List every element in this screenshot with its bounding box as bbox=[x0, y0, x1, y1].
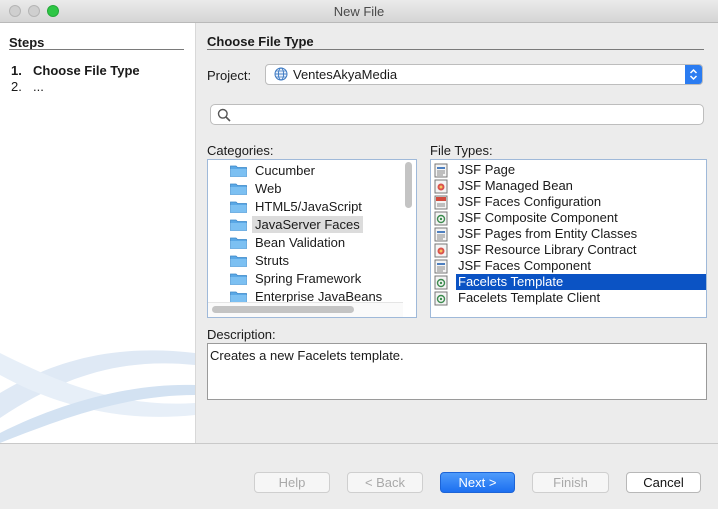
category-item[interactable]: Web bbox=[208, 180, 403, 197]
file-type-label: JSF Composite Component bbox=[458, 210, 618, 225]
file-type-label: JSF Faces Configuration bbox=[458, 194, 602, 209]
description-box: Creates a new Facelets template. bbox=[207, 343, 707, 400]
folder-icon bbox=[230, 183, 247, 195]
facelets-icon bbox=[434, 291, 449, 310]
globe-icon bbox=[274, 67, 288, 81]
step-item: 1. Choose File Type bbox=[11, 63, 140, 78]
description-label: Description: bbox=[207, 327, 276, 342]
file-type-label: JSF Resource Library Contract bbox=[458, 242, 637, 257]
panel-divider bbox=[195, 23, 196, 443]
section-divider bbox=[207, 49, 704, 50]
step-number: 2. bbox=[11, 79, 22, 94]
categories-list[interactable]: Enterprise JavaBeans Spring Framework Stru… bbox=[207, 159, 417, 318]
search-icon bbox=[217, 108, 231, 122]
category-label: Cucumber bbox=[255, 163, 315, 178]
file-type-item[interactable]: Facelets Template Client bbox=[431, 290, 706, 306]
search-input[interactable] bbox=[210, 104, 704, 125]
dropdown-arrows-icon[interactable] bbox=[685, 65, 702, 84]
horizontal-scrollbar[interactable] bbox=[212, 306, 354, 313]
steps-divider bbox=[9, 49, 184, 50]
help-button[interactable]: Help bbox=[254, 472, 330, 493]
folder-icon bbox=[230, 273, 247, 285]
next-button[interactable]: Next > bbox=[440, 472, 515, 493]
category-label: Web bbox=[255, 181, 282, 196]
file-type-label: JSF Managed Bean bbox=[458, 178, 573, 193]
category-label: Bean Validation bbox=[255, 235, 346, 250]
vertical-scrollbar[interactable] bbox=[405, 162, 412, 208]
file-type-label: Facelets Template bbox=[456, 274, 706, 290]
finish-button[interactable]: Finish bbox=[532, 472, 609, 493]
file-type-item[interactable]: Facelets Template bbox=[431, 274, 706, 290]
category-item[interactable]: Struts bbox=[208, 252, 403, 269]
project-dropdown[interactable]: VentesAkyaMedia bbox=[265, 64, 703, 85]
folder-icon bbox=[230, 165, 247, 177]
category-item[interactable]: Spring Framework bbox=[208, 270, 403, 287]
decorative-swoosh bbox=[0, 350, 195, 443]
file-type-label: JSF Faces Component bbox=[458, 258, 591, 273]
category-item[interactable]: HTML5/JavaScript bbox=[208, 198, 403, 215]
folder-icon bbox=[230, 219, 247, 231]
description-text: Creates a new Facelets template. bbox=[210, 348, 404, 363]
file-types-list[interactable]: JSF Page JSF Managed Bean JSF Faces Config… bbox=[430, 159, 707, 318]
file-types-label: File Types: bbox=[430, 143, 493, 158]
file-type-item[interactable]: JSF Pages from Entity Classes bbox=[431, 226, 706, 242]
project-label: Project: bbox=[207, 68, 252, 83]
category-item[interactable]: Bean Validation bbox=[208, 234, 403, 251]
window-title: New File bbox=[333, 4, 385, 19]
section-title: Choose File Type bbox=[207, 34, 314, 49]
category-label: Struts bbox=[255, 253, 289, 268]
cancel-button[interactable]: Cancel bbox=[626, 472, 701, 493]
steps-title: Steps bbox=[9, 35, 45, 50]
file-type-label: JSF Page bbox=[458, 162, 516, 177]
category-label: HTML5/JavaScript bbox=[255, 199, 362, 214]
file-type-item[interactable]: JSF Page bbox=[431, 162, 706, 178]
file-type-item[interactable]: JSF Composite Component bbox=[431, 210, 706, 226]
step-label: ... bbox=[33, 79, 44, 94]
step-label: Choose File Type bbox=[33, 63, 140, 78]
back-button[interactable]: < Back bbox=[347, 472, 423, 493]
step-item: 2.... bbox=[11, 79, 44, 94]
category-item[interactable]: Cucumber bbox=[208, 162, 403, 179]
title-bar: New File bbox=[0, 0, 718, 23]
category-item[interactable]: JavaServer Faces bbox=[208, 216, 403, 233]
steps-panel: Steps 1. Choose File Type 2.... bbox=[0, 23, 195, 443]
folder-icon bbox=[230, 201, 247, 213]
file-type-item[interactable]: JSF Resource Library Contract bbox=[431, 242, 706, 258]
footer-divider bbox=[0, 443, 718, 444]
file-type-item[interactable]: JSF Managed Bean bbox=[431, 178, 706, 194]
file-type-item[interactable]: JSF Faces Configuration bbox=[431, 194, 706, 210]
file-type-label: JSF Pages from Entity Classes bbox=[458, 226, 638, 241]
folder-icon bbox=[230, 255, 247, 267]
folder-icon bbox=[230, 237, 247, 249]
horizontal-scrollbar-track bbox=[208, 302, 403, 317]
category-label: JavaServer Faces bbox=[252, 216, 363, 233]
project-value: VentesAkyaMedia bbox=[293, 67, 398, 82]
file-type-item[interactable]: JSF Faces Component bbox=[431, 258, 706, 274]
categories-label: Categories: bbox=[207, 143, 274, 158]
file-type-label: Facelets Template Client bbox=[458, 290, 601, 305]
step-number: 1. bbox=[11, 63, 22, 78]
category-label: Spring Framework bbox=[255, 271, 362, 286]
